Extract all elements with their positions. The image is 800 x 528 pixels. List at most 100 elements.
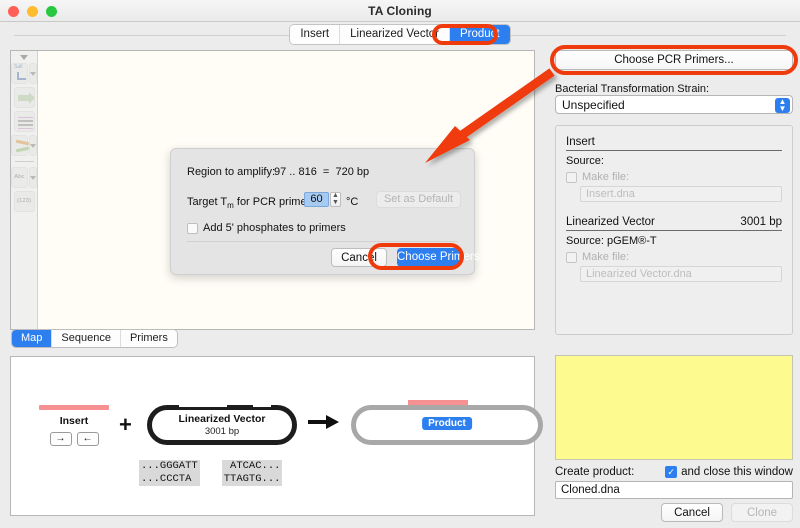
window-title: TA Cloning [368, 3, 432, 18]
window-titlebar: TA Cloning [0, 0, 800, 22]
right-seq-top: ATCAC... [221, 460, 283, 473]
vector-gap-right [253, 401, 271, 407]
translation-icon[interactable] [11, 135, 30, 156]
add-phosphates-checkbox[interactable] [187, 222, 198, 234]
vector-make-file-row[interactable]: Make file: [566, 251, 782, 263]
numbering-label: (123) [16, 198, 31, 204]
main-tabbar: Insert Linearized Vector Product [0, 22, 800, 47]
line-2 [17, 120, 33, 122]
strain-select[interactable]: Unspecified ▲ ▼ [555, 95, 793, 114]
tm-label-pre: Target T [187, 196, 228, 208]
zoom-window-icon[interactable] [46, 6, 57, 17]
tm-unit-label: °C [346, 196, 359, 208]
cancel-button[interactable]: Cancel [661, 503, 723, 522]
strand-2 [15, 146, 30, 153]
subtab-sequence[interactable]: Sequence [52, 330, 121, 347]
target-tm-label: Target Tm for PCR primers: [187, 196, 319, 210]
minimize-window-icon[interactable] [27, 6, 38, 17]
numbering-icon[interactable]: (123) [13, 191, 35, 212]
line-4 [17, 128, 33, 129]
target-tm-input[interactable]: 60 [304, 192, 329, 207]
product-gap-left [387, 400, 407, 405]
tab-linearized-vector[interactable]: Linearized Vector [340, 25, 450, 44]
insert-make-file-checkbox[interactable] [566, 171, 577, 183]
map-view-subtabs: Map Sequence Primers [12, 330, 177, 347]
abc-menu-button[interactable] [28, 167, 37, 188]
insert-filename-field[interactable]: Insert.dna [580, 186, 782, 202]
subtab-primers[interactable]: Primers [120, 330, 177, 347]
add-phosphates-label: Add 5' phosphates to primers [203, 222, 346, 234]
cloning-diagram: Insert → ← + Linearized Vector 3001 bp P… [11, 357, 543, 515]
translation-menu-button[interactable] [28, 135, 37, 156]
enzyme-label: SalI [14, 64, 23, 70]
vector-source-label: Source: [566, 235, 604, 247]
plus-sign: + [119, 412, 132, 437]
product-filename-input[interactable]: Cloned.dna [555, 481, 793, 499]
dialog-cancel-button[interactable]: Cancel [331, 248, 387, 267]
map-vertical-scrollbar[interactable] [527, 52, 533, 328]
abc-label: Abc [14, 174, 25, 180]
insert-forward-button[interactable]: → [49, 432, 72, 446]
insert-orientation-buttons: → ← [39, 432, 109, 446]
feature-arrow-icon[interactable] [13, 87, 35, 108]
subtab-map[interactable]: Map [12, 330, 53, 347]
insert-make-file-row[interactable]: Make file: [566, 171, 782, 183]
tab-group: Insert Linearized Vector Product [290, 25, 510, 44]
vector-make-file-checkbox[interactable] [566, 251, 577, 263]
line-3 [17, 124, 33, 126]
set-as-default-button[interactable]: Set as Default [376, 191, 461, 208]
close-window-label: and close this window [681, 466, 793, 478]
dialog-choose-primers-button[interactable]: Choose Primers [397, 248, 479, 267]
insert-reverse-button[interactable]: ← [76, 432, 99, 446]
target-tm-stepper[interactable]: ▲ ▼ [330, 192, 341, 207]
insert-section-header: Insert [566, 136, 782, 151]
close-window-option[interactable]: ✓ and close this window [665, 466, 793, 478]
vector-section-title: Linearized Vector [566, 216, 655, 228]
lines-glyph [17, 117, 33, 131]
clone-button[interactable]: Clone [731, 503, 793, 522]
close-window-checkbox[interactable]: ✓ [665, 466, 678, 478]
arrow-shaft [308, 420, 328, 424]
chevron-down-icon [29, 72, 36, 76]
vector-filename-field[interactable]: Linearized Vector.dna [580, 266, 782, 282]
reaction-arrow-icon [308, 415, 340, 429]
primer-lines-icon[interactable] [13, 111, 35, 132]
choose-pcr-primers-button[interactable]: Choose PCR Primers... [555, 50, 793, 70]
notes-box[interactable] [555, 355, 793, 460]
right-seq-bottom: TTAGTG... [221, 473, 283, 486]
vector-section-size: 3001 bp [740, 216, 782, 228]
window-controls[interactable] [8, 6, 57, 17]
abc-label-icon[interactable]: Abc [11, 167, 28, 188]
tab-insert[interactable]: Insert [290, 25, 341, 44]
diagram-linearized-vector: Linearized Vector 3001 bp [147, 401, 297, 445]
right-junction-sequence: ATCAC... TTAGTG... [221, 460, 283, 486]
source-info-box: Insert Source: Make file: Insert.dna Lin… [555, 125, 793, 335]
tm-label-sub: m [227, 201, 234, 211]
region-to-amplify-label: Region to amplify: [187, 166, 276, 178]
insert-label: Insert [59, 415, 89, 427]
restriction-enzyme-icon[interactable]: SalI [11, 63, 28, 84]
vector-source-value: pGEM®-T [606, 235, 657, 247]
dialog-divider [187, 241, 458, 242]
tab-product[interactable]: Product [450, 25, 510, 44]
product-insert-region [408, 400, 468, 405]
arrow-head [326, 415, 339, 429]
insert-section-title: Insert [566, 136, 595, 148]
left-junction-sequence: ...GGGATT ...CCCTA [139, 460, 200, 486]
chevron-updown-icon: ▲ ▼ [775, 97, 790, 113]
add-phosphates-row[interactable]: Add 5' phosphates to primers [187, 222, 346, 234]
create-product-row: Create product: ✓ and close this window [555, 466, 793, 478]
product-badge: Product [422, 417, 472, 430]
vector-label: Linearized Vector [178, 413, 266, 425]
chevron-down-icon [29, 144, 36, 148]
enzyme-tool-row: SalI [11, 63, 37, 84]
strain-label: Bacterial Transformation Strain: [555, 83, 710, 95]
line-1 [17, 117, 33, 118]
enzyme-menu-button[interactable] [28, 63, 37, 84]
vector-gap-left [179, 401, 227, 407]
cloning-diagram-panel: Insert → ← + Linearized Vector 3001 bp P… [10, 356, 543, 516]
close-window-icon[interactable] [8, 6, 19, 17]
choose-primers-dialog: Region to amplify: 97 .. 816 = 720 bp Ta… [170, 148, 479, 275]
chevron-down-icon[interactable] [20, 55, 28, 60]
map-toolbar: SalI Abc (123) [11, 51, 38, 329]
